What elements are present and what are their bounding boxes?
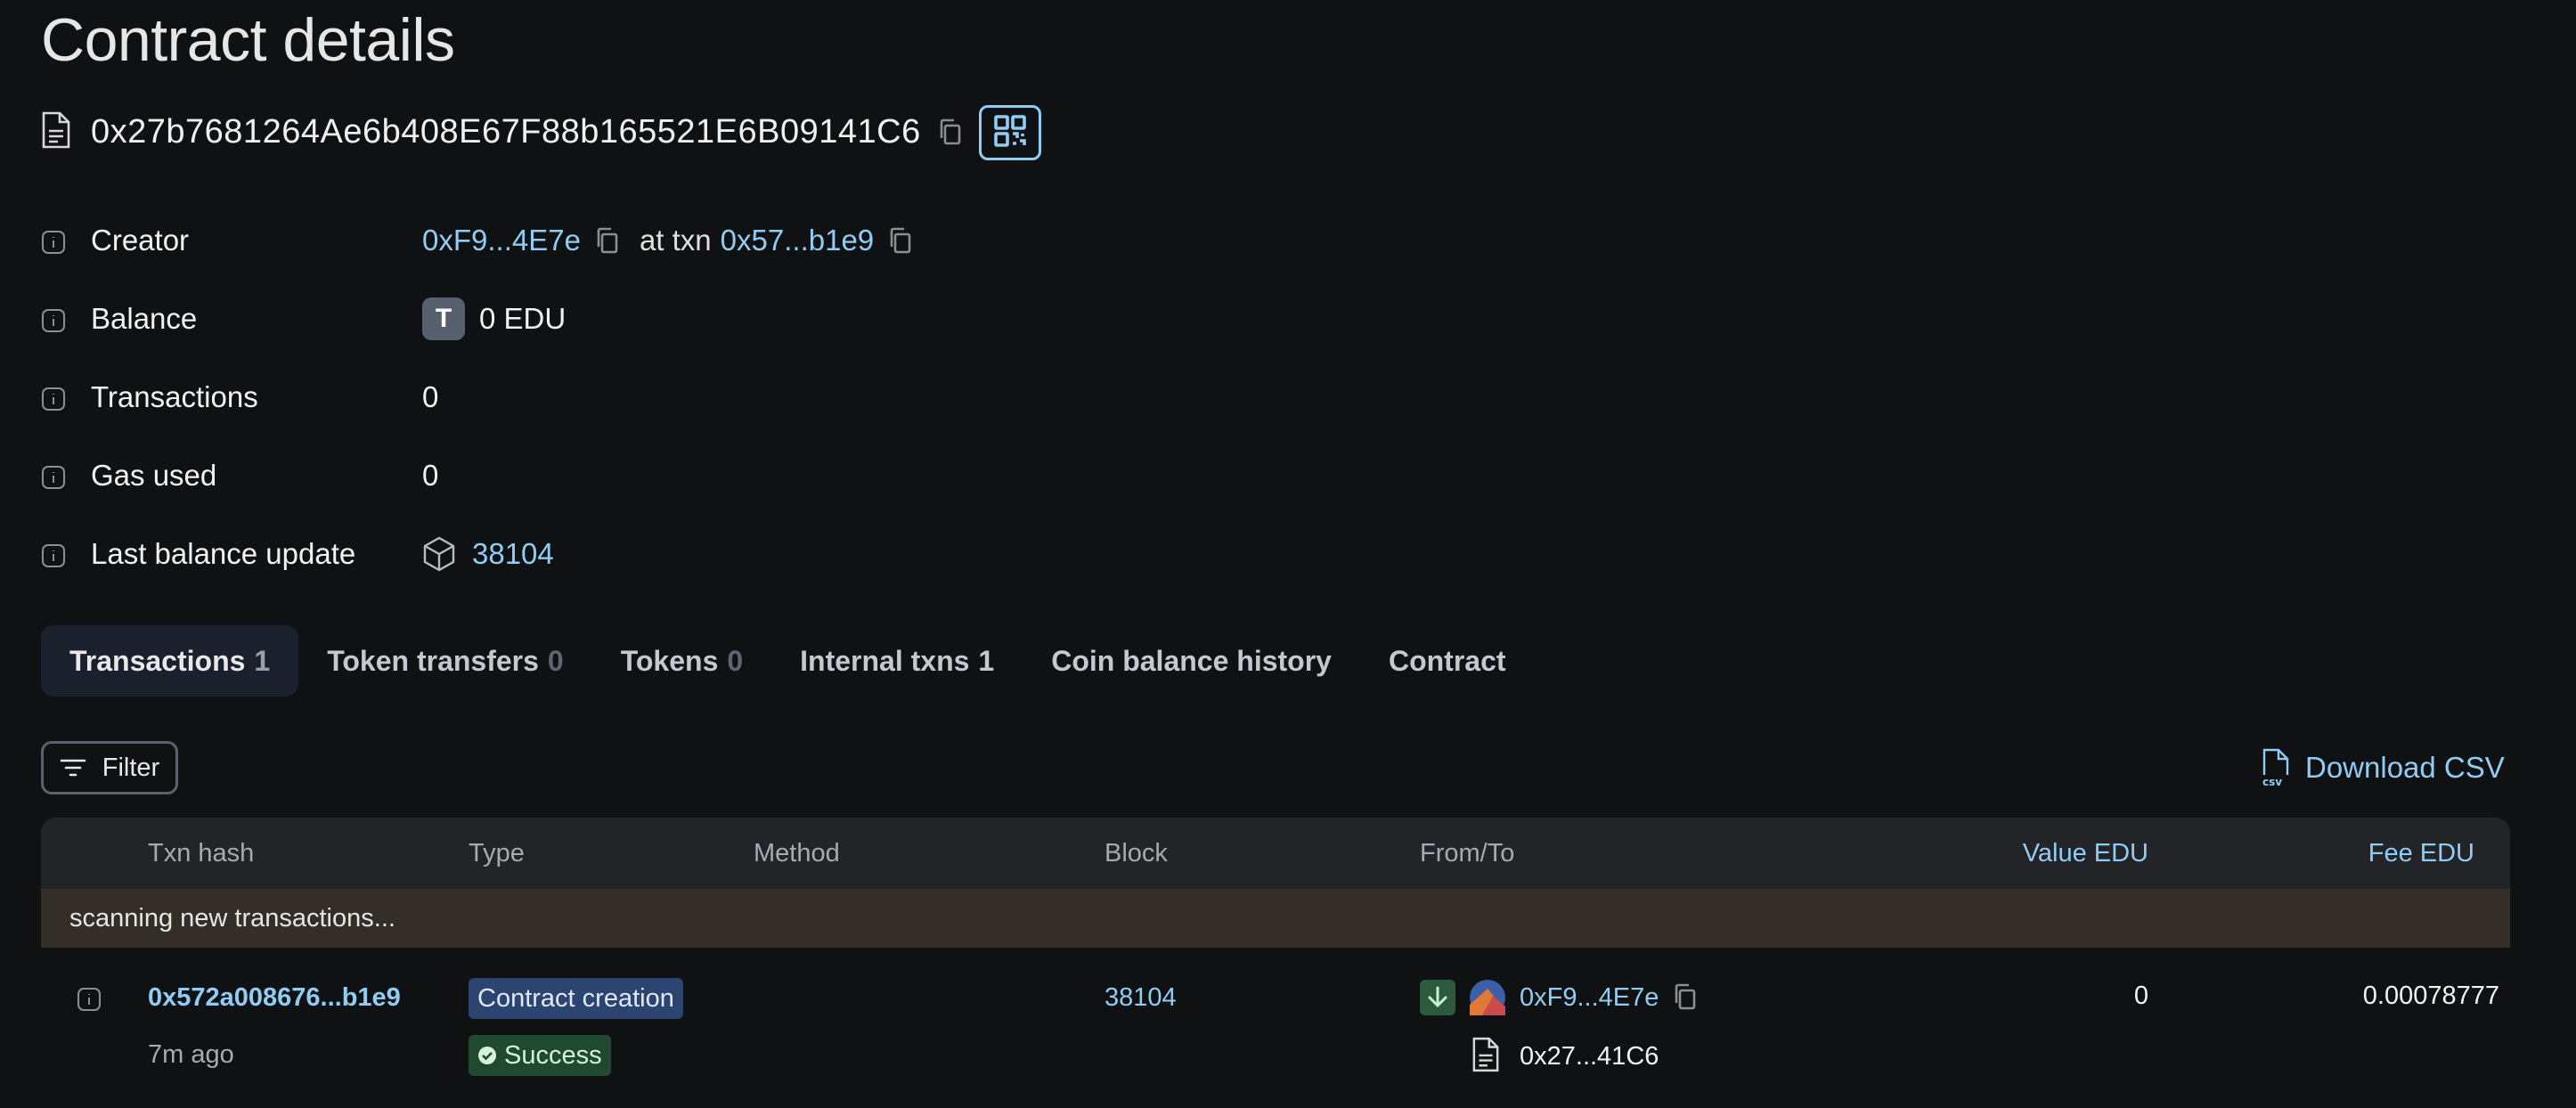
filter-label: Filter bbox=[102, 753, 160, 782]
gas-used-value: 0 bbox=[422, 459, 439, 492]
balance-value: 0 EDU bbox=[479, 302, 567, 335]
creator-address-link[interactable]: 0xF9...4E7e bbox=[422, 224, 581, 257]
identicon bbox=[1470, 980, 1505, 1022]
transactions-value: 0 bbox=[422, 380, 439, 413]
tab-token-transfers[interactable]: Token transfers 0 bbox=[298, 625, 592, 697]
tab-count: 1 bbox=[254, 644, 271, 677]
tab-label: Transactions bbox=[69, 644, 246, 677]
tab-internal-txns[interactable]: Internal txns 1 bbox=[771, 625, 1023, 697]
tab-label: Internal txns bbox=[800, 644, 970, 677]
csv-file-icon: csv bbox=[2261, 748, 2291, 787]
balance-label: Balance bbox=[91, 302, 198, 335]
info-icon[interactable] bbox=[41, 542, 66, 567]
cube-icon bbox=[422, 536, 456, 572]
txn-hash-link[interactable]: 0x572a008676...b1e9 bbox=[148, 983, 401, 1013]
tab-label: Tokens bbox=[620, 644, 719, 677]
last-balance-update-row: Last balance update 38104 bbox=[41, 534, 554, 574]
copy-icon[interactable] bbox=[937, 118, 962, 145]
balance-row: Balance T 0 EDU bbox=[41, 297, 567, 340]
txn-age: 7m ago bbox=[148, 1040, 234, 1069]
table-header: Txn hash Type Method Block From/To Value… bbox=[41, 818, 2510, 889]
filter-icon bbox=[60, 758, 86, 778]
th-value[interactable]: Value EDU bbox=[2023, 818, 2148, 889]
type-badge: Contract creation bbox=[469, 978, 683, 1019]
contract-address-row: 0x27b7681264Ae6b408E67F88b165521E6B09141… bbox=[41, 103, 962, 160]
creator-label: Creator bbox=[91, 224, 190, 257]
last-balance-update-label: Last balance update bbox=[91, 537, 356, 570]
status-badge: Success bbox=[469, 1035, 611, 1076]
tab-transactions[interactable]: Transactions 1 bbox=[41, 625, 299, 697]
type-badge-label: Contract creation bbox=[469, 978, 683, 1019]
tab-count: 0 bbox=[547, 644, 564, 677]
block-link[interactable]: 38104 bbox=[1105, 983, 1177, 1013]
scanning-text: scanning new transactions... bbox=[69, 903, 395, 933]
tab-tokens[interactable]: Tokens 0 bbox=[592, 625, 771, 697]
at-txn-text: at txn bbox=[639, 224, 712, 257]
th-type: Type bbox=[469, 838, 525, 868]
table-row: 0x572a008676...b1e9 7m ago Contract crea… bbox=[41, 948, 2510, 1108]
copy-icon[interactable] bbox=[888, 227, 911, 254]
info-icon[interactable] bbox=[41, 463, 66, 489]
check-circle-icon bbox=[477, 1046, 497, 1065]
tab-bar: Transactions 1 Token transfers 0 Tokens 0 I… bbox=[41, 625, 1535, 697]
tab-contract[interactable]: Contract bbox=[1360, 625, 1535, 697]
th-fee[interactable]: Fee EDU bbox=[2368, 818, 2474, 889]
arrow-down-icon bbox=[1420, 980, 1455, 1015]
gas-used-label: Gas used bbox=[91, 459, 217, 492]
qr-code-button[interactable] bbox=[979, 105, 1041, 160]
to-address[interactable]: 0x27...41C6 bbox=[1520, 1042, 1659, 1071]
transactions-label: Transactions bbox=[91, 380, 258, 413]
info-icon[interactable] bbox=[41, 306, 66, 332]
download-csv-label: Download CSV bbox=[2305, 751, 2505, 784]
info-icon[interactable] bbox=[41, 385, 66, 411]
gas-used-row: Gas used 0 bbox=[41, 456, 438, 495]
creator-row: Creator 0xF9...4E7e at txn 0x57...b1e9 bbox=[41, 221, 911, 260]
txn-value: 0 bbox=[2133, 982, 2148, 1010]
scanning-banner[interactable]: scanning new transactions... bbox=[41, 889, 2510, 948]
token-badge: T bbox=[422, 297, 465, 340]
copy-icon[interactable] bbox=[1673, 983, 1696, 1017]
info-icon[interactable] bbox=[41, 228, 66, 254]
tab-count: 1 bbox=[978, 644, 995, 677]
filter-button[interactable]: Filter bbox=[41, 741, 178, 794]
copy-icon[interactable] bbox=[595, 227, 618, 254]
info-icon[interactable] bbox=[77, 987, 102, 1019]
th-txn-hash: Txn hash bbox=[148, 838, 255, 868]
th-from-to: From/To bbox=[1420, 838, 1515, 868]
tab-label: Contract bbox=[1388, 644, 1506, 677]
tab-label: Token transfers bbox=[327, 644, 539, 677]
txn-fee: 0.00078777 bbox=[2362, 982, 2499, 1010]
file-icon bbox=[1471, 1037, 1500, 1079]
th-method: Method bbox=[754, 838, 840, 868]
creator-txn-link[interactable]: 0x57...b1e9 bbox=[721, 224, 874, 257]
file-icon bbox=[41, 111, 71, 153]
contract-address: 0x27b7681264Ae6b408E67F88b165521E6B09141… bbox=[91, 112, 921, 151]
tab-label: Coin balance history bbox=[1051, 644, 1332, 677]
last-balance-block-link[interactable]: 38104 bbox=[472, 537, 554, 571]
transactions-row: Transactions 0 bbox=[41, 378, 438, 417]
th-block: Block bbox=[1105, 838, 1168, 868]
from-address-link[interactable]: 0xF9...4E7e bbox=[1520, 983, 1659, 1013]
qr-code-icon bbox=[993, 114, 1027, 152]
page-title: Contract details bbox=[41, 6, 455, 74]
tab-count: 0 bbox=[727, 644, 744, 677]
download-csv-link[interactable]: csv Download CSV bbox=[2261, 745, 2505, 791]
csv-icon-text: csv bbox=[2262, 776, 2282, 787]
status-label: Success bbox=[504, 1040, 602, 1070]
tab-coin-balance-history[interactable]: Coin balance history bbox=[1023, 625, 1360, 697]
